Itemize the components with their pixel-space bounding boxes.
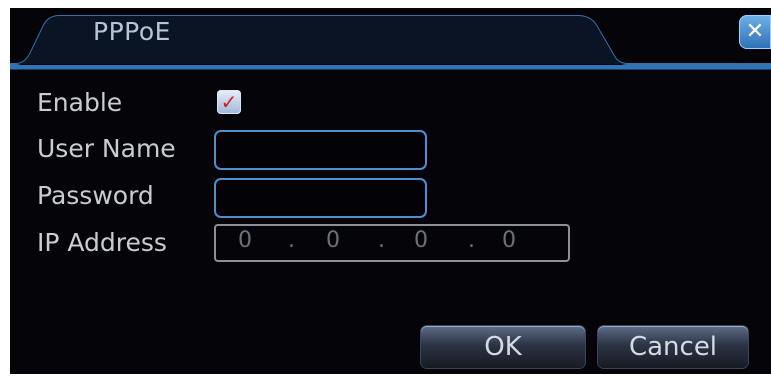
enable-label: Enable [37, 88, 123, 117]
enable-checkbox[interactable]: ✓ [217, 90, 241, 114]
ip-octet-1[interactable]: 0 [238, 228, 252, 253]
ip-octet-2[interactable]: 0 [326, 228, 340, 253]
ip-separator: . [288, 228, 295, 253]
checkmark-icon: ✓ [220, 90, 238, 114]
ip-octet-3[interactable]: 0 [414, 228, 428, 253]
ok-button[interactable]: OK [421, 326, 585, 368]
dialog-title: PPPoE [93, 17, 171, 46]
password-label: Password [37, 181, 154, 210]
username-input[interactable] [214, 130, 427, 170]
ip-separator: . [468, 228, 475, 253]
ip-address-label: IP Address [37, 228, 167, 257]
cancel-button[interactable]: Cancel [598, 326, 748, 368]
pppoe-dialog: PPPoE ✕ Enable ✓ User Name Password IP A… [10, 8, 771, 374]
ip-separator: . [378, 228, 385, 253]
password-input[interactable] [214, 178, 427, 218]
ip-address-field[interactable]: 0 . 0 . 0 . 0 [214, 224, 570, 262]
ip-octet-4[interactable]: 0 [502, 228, 516, 253]
username-label: User Name [37, 134, 176, 163]
close-icon: ✕ [745, 19, 765, 44]
close-button[interactable]: ✕ [739, 15, 771, 49]
